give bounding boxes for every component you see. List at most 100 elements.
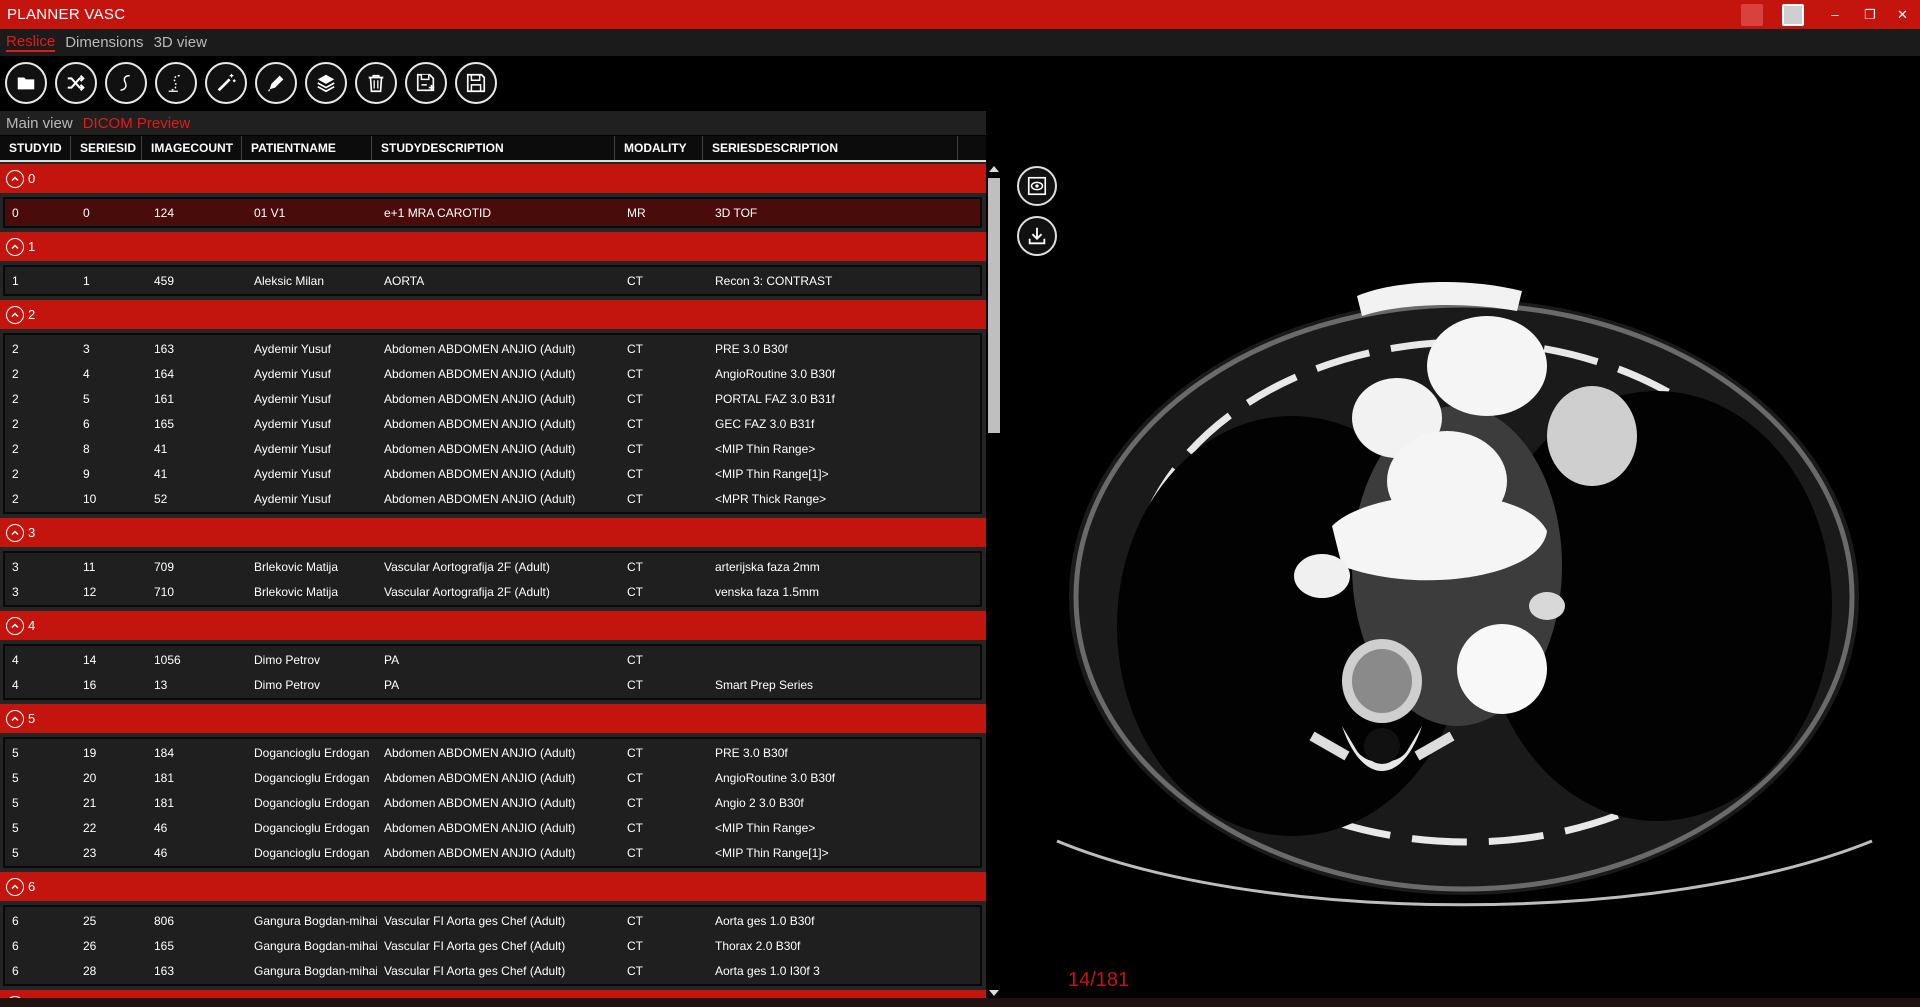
- collapse-chevron-icon[interactable]: [6, 523, 24, 542]
- collapse-chevron-icon[interactable]: [6, 616, 24, 635]
- cell-seriesid: 10: [83, 491, 97, 506]
- table-scrollbar[interactable]: [986, 160, 1002, 1000]
- bottom-strip: [0, 998, 1920, 1007]
- group-header[interactable]: 4: [0, 611, 986, 640]
- collapse-chevron-icon[interactable]: [6, 709, 24, 728]
- column-header-seriesdescription[interactable]: SERIESDESCRIPTION: [703, 136, 958, 160]
- column-header-imagecount[interactable]: IMAGECOUNT: [142, 136, 242, 160]
- cell-seriesdescription: <MIP Thin Range[1]>: [715, 466, 829, 481]
- cell-seriesdescription: PRE 3.0 B30f: [715, 745, 788, 760]
- cell-modality: CT: [627, 441, 643, 456]
- cell-imagecount: 41: [154, 466, 168, 481]
- dicom-viewer[interactable]: 14/181: [1002, 136, 1920, 1007]
- curve-dashed-button[interactable]: [155, 61, 197, 104]
- minimize-button[interactable]: –: [1815, 0, 1855, 29]
- cell-seriesid: 4: [83, 366, 90, 381]
- scroll-down-icon[interactable]: [989, 990, 999, 996]
- cell-seriesdescription: <MIP Thin Range>: [715, 820, 816, 835]
- scroll-up-icon[interactable]: [989, 166, 999, 172]
- cell-seriesdescription: <MPR Thick Range>: [715, 491, 827, 506]
- table-row[interactable]: 1 1 459 Aleksic Milan AORTA CT Recon 3: CONTRA…: [5, 268, 980, 293]
- group-header[interactable]: 0: [0, 164, 986, 193]
- group-header[interactable]: 3: [0, 518, 986, 547]
- cell-imagecount: 710: [154, 584, 175, 599]
- table-row[interactable]: 5 23 46 Dogancioglu Erdogan Abdomen ABDOMEN …: [5, 840, 980, 865]
- tab-dimensions[interactable]: Dimensions: [65, 34, 143, 51]
- open-folder-button[interactable]: [5, 61, 47, 104]
- column-header-patientname[interactable]: PATIENTNAME: [242, 136, 372, 160]
- cell-imagecount: 709: [154, 559, 175, 574]
- cell-seriesdescription: <MIP Thin Range[1]>: [715, 845, 829, 860]
- group-header[interactable]: 6: [0, 872, 986, 901]
- table-row[interactable]: 4 14 1056 Dimo Petrov PA CT: [5, 647, 980, 672]
- table-row[interactable]: 2 3 163 Aydemir Yusuf Abdomen ABDOMEN ANJIO …: [5, 336, 980, 361]
- cell-modality: CT: [627, 913, 643, 928]
- snapshot-button[interactable]: [1017, 166, 1057, 206]
- curve-button[interactable]: [105, 61, 147, 104]
- cell-studydescription: PA: [384, 652, 400, 667]
- table-row[interactable]: 3 12 710 Brlekovic Matija Vascular Aortograf…: [5, 579, 980, 604]
- table-row[interactable]: 2 10 52 Aydemir Yusuf Abdomen ABDOMEN ANJIO …: [5, 486, 980, 511]
- collapse-chevron-icon[interactable]: [6, 169, 24, 188]
- table-row[interactable]: 5 20 181 Dogancioglu Erdogan Abdomen ABDOMEN…: [5, 765, 980, 790]
- close-button[interactable]: ✕: [1885, 0, 1920, 29]
- table-row[interactable]: 0 0 124 01 V1 e+1 MRA CAROTID MR 3D TOF: [5, 200, 980, 225]
- cell-seriesdescription: Aorta ges 1.0 I30f 3: [715, 963, 820, 978]
- magic-wand-button[interactable]: [205, 61, 247, 104]
- cell-studyid: 4: [12, 652, 19, 667]
- table-row[interactable]: 2 6 165 Aydemir Yusuf Abdomen ABDOMEN ANJIO …: [5, 411, 980, 436]
- save-button[interactable]: [455, 61, 497, 104]
- column-header-studyid[interactable]: STUDYID: [0, 136, 71, 160]
- restore-button[interactable]: ❐: [1855, 0, 1885, 29]
- table-row[interactable]: 6 28 163 Gangura Bogdan-mihai Vascular FI Ao…: [5, 958, 980, 983]
- app-title: PLANNER VASC: [7, 6, 126, 23]
- collapse-chevron-icon[interactable]: [6, 305, 24, 324]
- cell-imagecount: 165: [154, 938, 175, 953]
- shuffle-button[interactable]: [55, 61, 97, 104]
- tab-3d-view[interactable]: 3D view: [154, 34, 207, 51]
- table-row[interactable]: 2 9 41 Aydemir Yusuf Abdomen ABDOMEN ANJIO (…: [5, 461, 980, 486]
- cell-imagecount: 124: [154, 205, 175, 220]
- table-row[interactable]: 3 11 709 Brlekovic Matija Vascular Aortograf…: [5, 554, 980, 579]
- save-add-button[interactable]: [405, 61, 447, 104]
- column-header-studydescription[interactable]: STUDYDESCRIPTION: [372, 136, 615, 160]
- app-badge-icon[interactable]: [1741, 4, 1763, 26]
- cell-seriesid: 8: [83, 441, 90, 456]
- eye-screenshot-icon: [1027, 176, 1047, 196]
- delete-button[interactable]: [355, 61, 397, 104]
- tab-dicom-preview[interactable]: DICOM Preview: [83, 115, 191, 132]
- monitor-icon[interactable]: [1782, 4, 1804, 26]
- download-button[interactable]: [1017, 216, 1057, 256]
- table-row[interactable]: 6 25 806 Gangura Bogdan-mihai Vascular FI Ao…: [5, 908, 980, 933]
- table-row[interactable]: 5 21 181 Dogancioglu Erdogan Abdomen ABDOMEN…: [5, 790, 980, 815]
- cell-imagecount: 163: [154, 963, 175, 978]
- tab-reslice[interactable]: Reslice: [6, 33, 56, 52]
- cell-imagecount: 165: [154, 416, 175, 431]
- group-header[interactable]: 7: [0, 990, 986, 998]
- collapse-chevron-icon[interactable]: [6, 877, 24, 896]
- table-row[interactable]: 2 4 164 Aydemir Yusuf Abdomen ABDOMEN ANJIO …: [5, 361, 980, 386]
- pencil-button[interactable]: [255, 61, 297, 104]
- group-label: 1: [28, 239, 36, 254]
- cell-patientname: Gangura Bogdan-mihai: [254, 913, 377, 928]
- collapse-chevron-icon[interactable]: [6, 237, 24, 256]
- tab-main-view[interactable]: Main view: [6, 115, 73, 132]
- table-row[interactable]: 6 26 165 Gangura Bogdan-mihai Vascular FI Ao…: [5, 933, 980, 958]
- scroll-thumb[interactable]: [988, 178, 1000, 433]
- table-row[interactable]: 4 16 13 Dimo Petrov PA CT Smart Prep Series: [5, 672, 980, 697]
- save-icon: [466, 73, 486, 92]
- table-row[interactable]: 5 19 184 Dogancioglu Erdogan Abdomen ABDOMEN…: [5, 740, 980, 765]
- group-header[interactable]: 1: [0, 232, 986, 261]
- column-header-seriesid[interactable]: SERIESID: [71, 136, 142, 160]
- layers-button[interactable]: [305, 61, 347, 104]
- table-row[interactable]: 5 22 46 Dogancioglu Erdogan Abdomen ABDOMEN …: [5, 815, 980, 840]
- cell-imagecount: 46: [154, 845, 168, 860]
- group-header[interactable]: 5: [0, 704, 986, 733]
- cell-modality: CT: [627, 391, 643, 406]
- group-label: 5: [28, 711, 36, 726]
- cell-seriesdescription: Aorta ges 1.0 B30f: [715, 913, 815, 928]
- group-header[interactable]: 2: [0, 300, 986, 329]
- column-header-modality[interactable]: MODALITY: [615, 136, 703, 160]
- table-row[interactable]: 2 8 41 Aydemir Yusuf Abdomen ABDOMEN ANJIO (…: [5, 436, 980, 461]
- table-row[interactable]: 2 5 161 Aydemir Yusuf Abdomen ABDOMEN ANJIO …: [5, 386, 980, 411]
